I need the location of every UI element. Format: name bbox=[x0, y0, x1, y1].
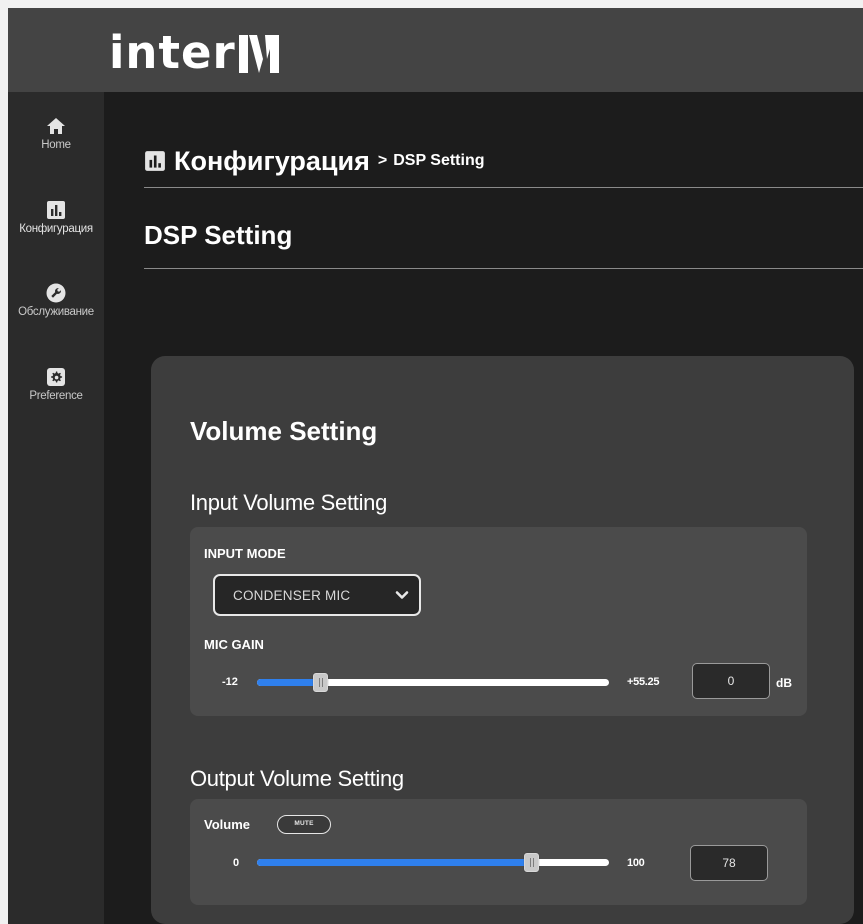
volume-slider-thumb[interactable] bbox=[524, 853, 540, 872]
sidebar-item-home[interactable]: Home bbox=[8, 116, 104, 151]
divider bbox=[144, 187, 863, 188]
wrench-icon bbox=[46, 283, 66, 303]
sidebar-item-label: Preference bbox=[29, 390, 83, 402]
top-bar: inter bbox=[8, 8, 863, 92]
output-volume-panel: Volume MUTE 0 100 78 bbox=[190, 799, 807, 905]
input-mode-label: INPUT MODE bbox=[204, 546, 286, 561]
mic-gain-label: MIC GAIN bbox=[204, 637, 264, 652]
breadcrumb-separator: > bbox=[377, 152, 388, 169]
volume-max: 100 bbox=[627, 857, 645, 869]
logo-wordmark: inter bbox=[109, 26, 236, 79]
volume-slider-fill bbox=[257, 859, 532, 866]
sidebar-item-label: Home bbox=[41, 139, 71, 151]
chart-icon bbox=[145, 151, 165, 171]
volume-input[interactable]: 78 bbox=[690, 845, 768, 881]
chart-icon bbox=[47, 201, 65, 219]
brand-logo[interactable]: inter bbox=[109, 27, 279, 79]
sidebar: Home Конфигурация Обслуживание Preferenc… bbox=[8, 92, 104, 924]
mic-gain-slider[interactable] bbox=[257, 673, 609, 692]
volume-slider[interactable] bbox=[257, 853, 609, 872]
input-mode-value: CONDENSER MIC bbox=[233, 587, 351, 603]
breadcrumb-section[interactable]: Конфигурация bbox=[174, 146, 370, 177]
volume-label: Volume bbox=[204, 817, 250, 832]
page-title: DSP Setting bbox=[144, 220, 293, 250]
card-title: Volume Setting bbox=[190, 416, 378, 446]
chevron-down-icon bbox=[395, 591, 409, 599]
mic-gain-unit: dB bbox=[776, 676, 792, 690]
mic-gain-slider-fill bbox=[257, 679, 321, 686]
sidebar-item-label: Обслуживание bbox=[18, 306, 94, 318]
input-mode-select[interactable]: CONDENSER MIC bbox=[213, 574, 421, 616]
output-volume-title: Output Volume Setting bbox=[190, 766, 404, 791]
volume-setting-card: Volume Setting Input Volume Setting INPU… bbox=[151, 356, 854, 924]
input-volume-panel: INPUT MODE CONDENSER MIC MIC GAIN -12 +5… bbox=[190, 527, 807, 716]
home-icon bbox=[47, 118, 65, 134]
breadcrumb: Конфигурация > DSP Setting bbox=[144, 143, 485, 179]
mute-button[interactable]: MUTE bbox=[277, 815, 331, 834]
breadcrumb-current-page: DSP Setting bbox=[393, 152, 485, 169]
main-content: Конфигурация > DSP Setting DSP Setting V… bbox=[104, 92, 863, 924]
logo-m-mark bbox=[238, 35, 279, 73]
divider bbox=[144, 268, 863, 269]
gear-icon bbox=[47, 368, 65, 386]
mic-gain-slider-thumb[interactable] bbox=[312, 673, 328, 692]
mic-gain-input[interactable]: 0 bbox=[692, 663, 770, 699]
sidebar-item-label: Конфигурация bbox=[19, 223, 93, 235]
app-window: inter Home Конфигурация Обслуживание Pre… bbox=[8, 8, 863, 924]
mic-gain-max: +55.25 bbox=[627, 676, 660, 688]
sidebar-item-configuration[interactable]: Конфигурация bbox=[8, 200, 104, 235]
volume-min: 0 bbox=[233, 857, 240, 869]
sidebar-item-maintenance[interactable]: Обслуживание bbox=[8, 283, 104, 318]
sidebar-item-preference[interactable]: Preference bbox=[8, 367, 104, 402]
input-volume-title: Input Volume Setting bbox=[190, 490, 388, 515]
mic-gain-min: -12 bbox=[222, 676, 238, 688]
